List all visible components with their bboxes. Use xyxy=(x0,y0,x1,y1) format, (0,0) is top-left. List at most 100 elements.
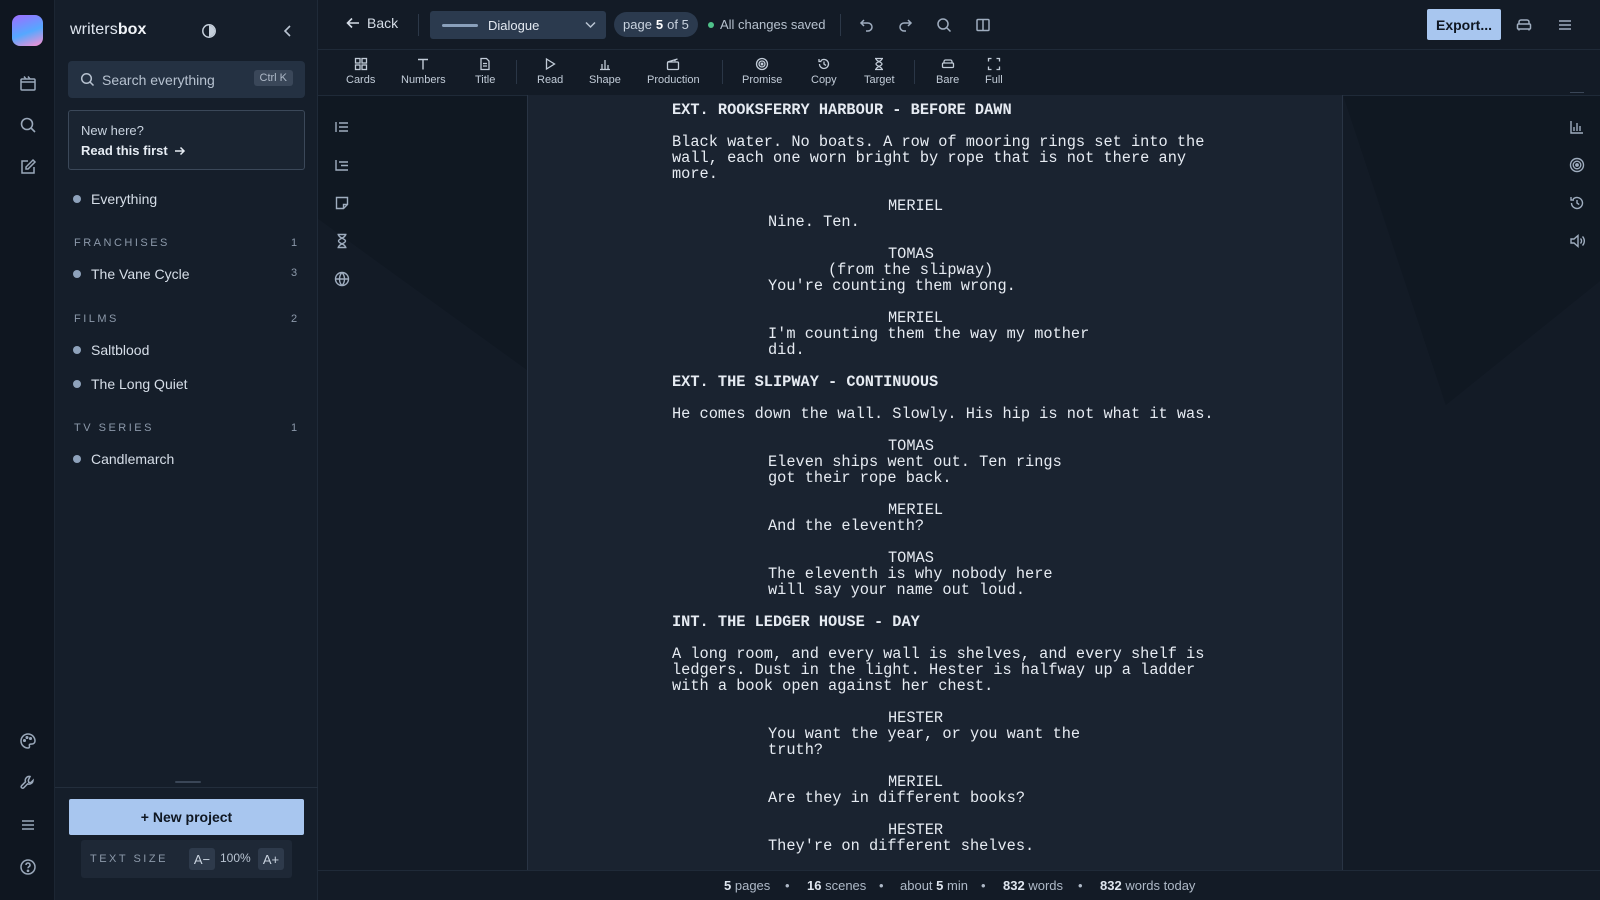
globe-icon[interactable] xyxy=(331,268,353,290)
text-size-decrease-button[interactable]: A− xyxy=(189,848,215,870)
collapse-sidebar-icon[interactable] xyxy=(281,24,297,40)
script-scene-heading[interactable]: EXT. THE SLIPWAY - CONTINUOUS xyxy=(672,374,938,390)
hamburger-menu-icon[interactable] xyxy=(1553,13,1577,37)
status-separator: • xyxy=(785,878,790,893)
script-action[interactable]: Black water. No boats. A row of mooring … xyxy=(672,134,1204,182)
speaker-icon[interactable] xyxy=(1566,230,1588,252)
tool-promise[interactable]: Promise xyxy=(742,57,782,86)
script-dialogue[interactable]: They're on different shelves. xyxy=(768,838,1034,854)
text-size-label: TEXT SIZE xyxy=(90,853,168,865)
onboarding-card[interactable]: New here? Read this first xyxy=(68,110,305,170)
script-parenthetical[interactable]: (from the slipway) xyxy=(828,262,993,278)
nav-project-candlemarch[interactable]: Candlemarch xyxy=(73,451,174,467)
divider xyxy=(418,14,419,36)
menu-icon[interactable] xyxy=(13,810,43,840)
script-dialogue[interactable]: Are they in different books? xyxy=(768,790,1025,806)
script-character[interactable]: TOMAS xyxy=(888,438,934,454)
revision-history-icon[interactable] xyxy=(1566,192,1588,214)
projects-icon[interactable] xyxy=(13,68,43,98)
script-dialogue[interactable]: I'm counting them the way my mother did. xyxy=(768,326,1089,358)
section-films: FILMS xyxy=(74,313,119,325)
script-scene-heading[interactable]: EXT. ROOKSFERRY HARBOUR - BEFORE DAWN xyxy=(672,102,1012,118)
section-tv-series-count: 1 xyxy=(291,422,298,434)
play-icon xyxy=(545,57,556,71)
read-this-first-link[interactable]: Read this first xyxy=(81,143,186,158)
tool-title[interactable]: Title xyxy=(475,57,495,86)
indented-list-icon[interactable] xyxy=(331,154,353,176)
page-indicator[interactable]: page 5 of 5 xyxy=(614,12,698,37)
script-dialogue[interactable]: The eleventh is why nobody here will say… xyxy=(768,566,1053,598)
tool-cards[interactable]: Cards xyxy=(346,57,375,86)
script-dialogue[interactable]: Nine. Ten. xyxy=(768,214,860,230)
tool-bare[interactable]: Bare xyxy=(936,57,959,86)
hourglass-icon xyxy=(875,57,884,71)
script-character[interactable]: TOMAS xyxy=(888,550,934,566)
arrow-left-icon xyxy=(346,17,359,29)
bullet-icon xyxy=(73,455,81,463)
script-action[interactable]: He comes down the wall. Slowly. His hip … xyxy=(672,406,1214,422)
outline-icon[interactable] xyxy=(331,116,353,138)
goal-target-icon[interactable] xyxy=(1566,154,1588,176)
new-project-button[interactable]: + New project xyxy=(69,799,304,835)
tool-production[interactable]: Production xyxy=(647,57,700,86)
app-logo[interactable] xyxy=(12,15,43,46)
status-separator: • xyxy=(879,878,884,893)
script-action[interactable]: A long room, and every wall is shelves, … xyxy=(672,646,1204,694)
divider xyxy=(914,60,915,84)
status-duration: about 5 min xyxy=(900,878,968,893)
tool-full[interactable]: Full xyxy=(985,57,1003,86)
search-icon[interactable] xyxy=(13,110,43,140)
script-scene-heading[interactable]: INT. THE LEDGER HOUSE - DAY xyxy=(672,614,920,630)
wrench-icon[interactable] xyxy=(13,768,43,798)
script-character[interactable]: HESTER xyxy=(888,710,943,726)
script-dialogue[interactable]: And the eleventh? xyxy=(768,518,924,534)
script-character[interactable]: HESTER xyxy=(888,822,943,838)
nav-project-the-vane-cycle[interactable]: The Vane Cycle xyxy=(73,266,190,282)
script-character[interactable]: MERIEL xyxy=(888,502,943,518)
search-input[interactable]: Search everything Ctrl K xyxy=(68,61,305,98)
script-page[interactable]: EXT. ROOKSFERRY HARBOUR - BEFORE DAWN Bla… xyxy=(527,95,1343,870)
sidebar-divider xyxy=(55,787,318,788)
section-franchises-count: 1 xyxy=(291,237,298,249)
element-type-select[interactable]: Dialogue xyxy=(430,11,606,39)
script-dialogue[interactable]: You want the year, or you want the truth… xyxy=(768,726,1080,758)
help-icon[interactable] xyxy=(13,852,43,882)
nav-project-the-long-quiet[interactable]: The Long Quiet xyxy=(73,376,188,392)
script-dialogue[interactable]: You're counting them wrong. xyxy=(768,278,1016,294)
history-icon xyxy=(818,58,829,70)
note-icon[interactable] xyxy=(331,192,353,214)
split-view-icon[interactable] xyxy=(971,13,995,37)
tool-numbers[interactable]: Numbers xyxy=(401,57,446,86)
script-character[interactable]: TOMAS xyxy=(888,246,934,262)
sofa-icon[interactable] xyxy=(1512,13,1536,37)
app-rail xyxy=(0,0,55,900)
tool-target[interactable]: Target xyxy=(864,57,895,86)
status-separator: • xyxy=(1078,878,1083,893)
back-button[interactable]: Back xyxy=(346,15,398,31)
tool-copy[interactable]: Copy xyxy=(811,57,837,86)
text-size-increase-button[interactable]: A+ xyxy=(258,848,284,870)
script-dialogue[interactable]: Eleven ships went out. Ten rings got the… xyxy=(768,454,1062,486)
script-character[interactable]: MERIEL xyxy=(888,198,943,214)
onboarding-title: New here? xyxy=(81,123,144,138)
dialogue-indicator-icon xyxy=(442,23,478,27)
bar-chart-icon xyxy=(599,60,610,71)
export-button[interactable]: Export... xyxy=(1427,9,1501,40)
nav-everything[interactable]: Everything xyxy=(73,191,157,207)
nav-project-saltblood[interactable]: Saltblood xyxy=(73,342,149,358)
undo-icon[interactable] xyxy=(855,13,879,37)
find-icon[interactable] xyxy=(932,13,956,37)
redo-icon[interactable] xyxy=(893,13,917,37)
theme-toggle-icon[interactable] xyxy=(201,23,219,41)
tool-shape[interactable]: Shape xyxy=(589,57,621,86)
sidebar-resize-handle[interactable] xyxy=(175,781,201,783)
palette-icon[interactable] xyxy=(13,726,43,756)
edit-icon[interactable] xyxy=(13,152,43,182)
script-character[interactable]: MERIEL xyxy=(888,774,943,790)
hourglass-icon[interactable] xyxy=(331,230,353,252)
search-field-icon xyxy=(80,72,95,87)
tool-read[interactable]: Read xyxy=(537,57,563,86)
stats-icon[interactable] xyxy=(1566,116,1588,138)
script-character[interactable]: MERIEL xyxy=(888,310,943,326)
chevron-down-icon xyxy=(585,21,596,29)
